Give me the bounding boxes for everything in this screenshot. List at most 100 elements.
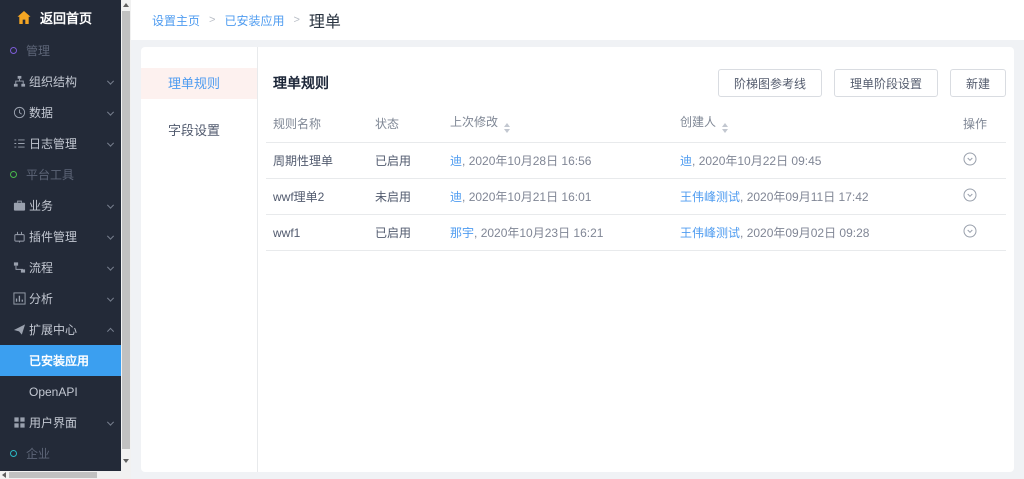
- sidebar-item-business[interactable]: 业务: [0, 190, 121, 221]
- actions-cell: [963, 179, 1006, 215]
- breadcrumb-current-page: 理单: [309, 8, 341, 32]
- circle-chevron-down-icon[interactable]: [963, 152, 977, 166]
- order-stage-settings-button[interactable]: 理单阶段设置: [834, 69, 938, 97]
- column-header-actions: 操作: [963, 104, 1006, 143]
- created-date: 2020年09月02日 09:28: [740, 226, 869, 240]
- chevron-down-icon: [107, 77, 114, 84]
- status-cell: 已启用: [375, 143, 450, 179]
- sidebar-item-workflow[interactable]: 流程: [0, 252, 121, 283]
- sidebar-section-label: 企业: [26, 445, 50, 462]
- table-row: 周期性理单 已启用 迪2020年10月28日 16:56 迪2020年10月22…: [266, 143, 1006, 179]
- sort-icon[interactable]: [504, 123, 510, 133]
- status-cell: 未启用: [375, 179, 450, 215]
- circle-chevron-down-icon[interactable]: [963, 188, 977, 202]
- tab-field-settings[interactable]: 字段设置: [141, 115, 257, 146]
- rules-table: 规则名称 状态 上次修改 创建人 操作: [266, 104, 1006, 251]
- back-to-home-label: 返回首页: [40, 8, 92, 27]
- sidebar-subitem-label: 已安装应用: [29, 352, 89, 369]
- sidebar-item-data[interactable]: 数据: [0, 97, 121, 128]
- created-date: 2020年10月22日 09:45: [692, 154, 821, 168]
- sidebar-subitem-openapi[interactable]: OpenAPI: [0, 376, 121, 407]
- scroll-left-arrow-icon[interactable]: [2, 472, 6, 478]
- home-icon: [17, 11, 31, 24]
- sidebar-item-user-interface[interactable]: 用户界面: [0, 407, 121, 438]
- toolbar: 阶梯图参考线 理单阶段设置 新建: [718, 69, 1006, 97]
- extension-icon: [13, 323, 26, 336]
- chevron-down-icon: [107, 263, 114, 270]
- sidebar-item-label: 业务: [29, 197, 53, 214]
- scroll-down-arrow-icon[interactable]: [123, 459, 129, 463]
- rule-name-cell: wwf理单2: [266, 179, 375, 215]
- sidebar-item-label: 扩展中心: [29, 321, 77, 338]
- sidebar-horizontal-scrollbar[interactable]: [0, 471, 121, 479]
- sidebar-item-label: 组织结构: [29, 73, 77, 90]
- modifier-link[interactable]: 迪: [450, 190, 462, 204]
- sidebar-vertical-scrollbar[interactable]: [121, 0, 131, 479]
- last-modified-cell: 迪2020年10月28日 16:56: [450, 143, 680, 179]
- creator-link[interactable]: 王伟峰测试: [680, 190, 740, 204]
- chevron-down-icon: [107, 294, 114, 301]
- modified-date: 2020年10月28日 16:56: [462, 154, 591, 168]
- table-header-row: 规则名称 状态 上次修改 创建人 操作: [266, 104, 1006, 143]
- chevron-down-icon: [107, 108, 114, 115]
- last-modified-cell: 那宇2020年10月23日 16:21: [450, 215, 680, 251]
- settings-tab-list: 理单规则 字段设置: [141, 47, 258, 472]
- breadcrumb: 设置主页 > 已安装应用 > 理单: [131, 0, 1024, 40]
- sidebar-item-label: 日志管理: [29, 135, 77, 152]
- chevron-up-icon: [107, 327, 114, 334]
- modified-date: 2020年10月21日 16:01: [462, 190, 591, 204]
- circle-outline-icon: [10, 450, 17, 457]
- status-cell: 已启用: [375, 215, 450, 251]
- scroll-up-arrow-icon[interactable]: [123, 3, 129, 7]
- sidebar-subitem-installed-apps[interactable]: 已安装应用: [0, 345, 121, 376]
- briefcase-icon: [13, 199, 26, 212]
- sidebar-item-analysis[interactable]: 分析: [0, 283, 121, 314]
- column-header-last-modified[interactable]: 上次修改: [450, 104, 680, 143]
- creator-link[interactable]: 王伟峰测试: [680, 226, 740, 240]
- breadcrumb-separator: >: [209, 14, 215, 26]
- circle-outline-icon: [10, 47, 17, 54]
- chevron-down-icon: [107, 418, 114, 425]
- chevron-down-icon: [107, 201, 114, 208]
- creator-cell: 王伟峰测试2020年09月02日 09:28: [680, 215, 963, 251]
- sort-icon[interactable]: [722, 123, 728, 133]
- content-card: 理单规则 字段设置 理单规则 阶梯图参考线 理单阶段设置 新建: [141, 47, 1014, 472]
- sidebar-section-label: 管理: [26, 42, 50, 59]
- plugin-icon: [13, 230, 26, 243]
- panel-header: 理单规则 阶梯图参考线 理单阶段设置 新建: [266, 69, 1006, 97]
- sidebar-item-label: 流程: [29, 259, 53, 276]
- sidebar-section-enterprise: 企业: [0, 438, 121, 469]
- ui-grid-icon: [13, 416, 26, 429]
- modifier-link[interactable]: 那宇: [450, 226, 474, 240]
- create-new-button[interactable]: 新建: [950, 69, 1006, 97]
- step-chart-reference-line-button[interactable]: 阶梯图参考线: [718, 69, 822, 97]
- modified-date: 2020年10月23日 16:21: [474, 226, 603, 240]
- column-header-creator[interactable]: 创建人: [680, 104, 963, 143]
- table-row: wwf理单2 未启用 迪2020年10月21日 16:01 王伟峰测试2020年…: [266, 179, 1006, 215]
- tab-rule-settings[interactable]: 理单规则: [141, 68, 257, 99]
- breadcrumb-link-settings-home[interactable]: 设置主页: [152, 12, 200, 29]
- sidebar-item-org-structure[interactable]: 组织结构: [0, 66, 121, 97]
- sidebar-section-label: 平台工具: [26, 166, 74, 183]
- modifier-link[interactable]: 迪: [450, 154, 462, 168]
- back-to-home-button[interactable]: 返回首页: [0, 0, 121, 35]
- creator-link[interactable]: 迪: [680, 154, 692, 168]
- column-header-status: 状态: [375, 104, 450, 143]
- scrollbar-thumb[interactable]: [122, 11, 130, 449]
- created-date: 2020年09月11日 17:42: [740, 190, 869, 204]
- sidebar-item-label: 数据: [29, 104, 53, 121]
- clock-icon: [13, 106, 26, 119]
- sidebar-section-management: 管理: [0, 35, 121, 66]
- column-header-rule-name: 规则名称: [266, 104, 375, 143]
- circle-chevron-down-icon[interactable]: [963, 224, 977, 238]
- breadcrumb-link-installed-apps[interactable]: 已安装应用: [224, 12, 284, 29]
- sidebar-item-extension-center[interactable]: 扩展中心: [0, 314, 121, 345]
- sidebar-item-plugin-management[interactable]: 插件管理: [0, 221, 121, 252]
- page-title: 理单规则: [266, 73, 329, 93]
- analysis-chart-icon: [13, 292, 26, 305]
- chevron-down-icon: [107, 232, 114, 239]
- rule-panel: 理单规则 阶梯图参考线 理单阶段设置 新建 规则名称 状态: [258, 47, 1014, 472]
- scrollbar-thumb[interactable]: [9, 472, 97, 478]
- sidebar-item-log-management[interactable]: 日志管理: [0, 128, 121, 159]
- rule-name-cell: 周期性理单: [266, 143, 375, 179]
